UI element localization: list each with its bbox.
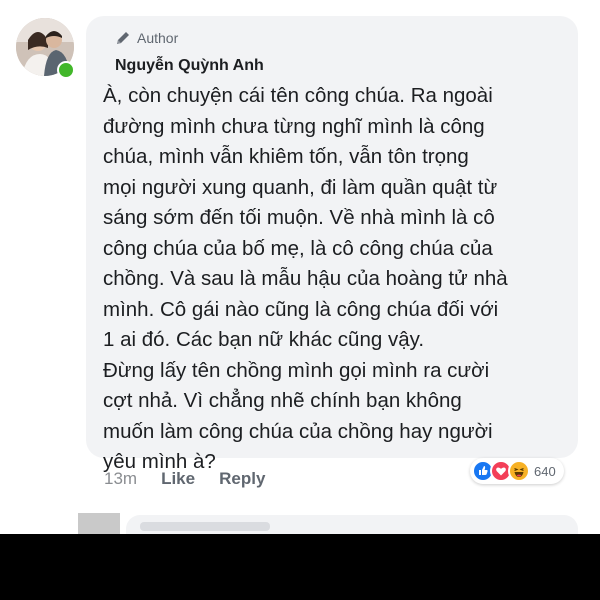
next-comment-blurred-name bbox=[140, 522, 270, 531]
like-button[interactable]: Like bbox=[161, 469, 195, 489]
author-badge: Author bbox=[103, 27, 564, 49]
author-badge-label: Author bbox=[137, 30, 179, 46]
comment-text: À, còn chuyện cái tên công chúa. Ra ngoà… bbox=[103, 84, 508, 473]
reaction-summary[interactable]: 640 bbox=[470, 458, 564, 484]
comment-thread: Author Nguyễn Quỳnh Anh À, còn chuyện cá… bbox=[0, 0, 600, 600]
author-name[interactable]: Nguyễn Quỳnh Anh bbox=[115, 55, 564, 77]
haha-icon bbox=[508, 460, 530, 482]
comment-timestamp[interactable]: 13m bbox=[104, 469, 137, 489]
online-status-icon bbox=[57, 61, 75, 79]
comment-actions: 13m Like Reply bbox=[104, 467, 289, 491]
reply-button[interactable]: Reply bbox=[219, 469, 265, 489]
pencil-icon bbox=[117, 32, 129, 44]
reaction-count: 640 bbox=[534, 463, 556, 479]
comment-bubble: Author Nguyễn Quỳnh Anh À, còn chuyện cá… bbox=[86, 16, 578, 473]
bottom-black-bar bbox=[0, 534, 600, 600]
